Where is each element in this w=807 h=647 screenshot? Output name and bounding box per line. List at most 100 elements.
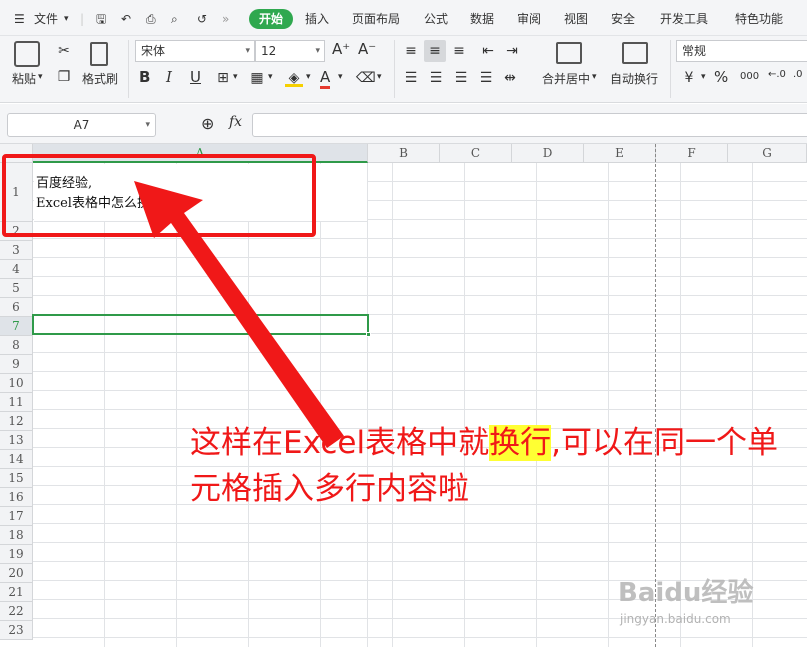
decrease-decimal-icon[interactable]: ←.0: [768, 69, 786, 80]
chevron-down-icon[interactable]: ▾: [233, 72, 238, 82]
undo-history-icon[interactable]: ↶: [121, 9, 131, 29]
merge-center-icon[interactable]: [556, 42, 582, 64]
row-header-3[interactable]: 3: [0, 241, 33, 260]
tab-data[interactable]: 数据: [470, 9, 494, 29]
row-header-7[interactable]: 7: [0, 317, 33, 336]
row-header-4[interactable]: 4: [0, 260, 33, 279]
print-preview-icon[interactable]: ⌕: [171, 9, 178, 29]
indent-decrease-icon[interactable]: ⇤: [479, 42, 497, 60]
font-size-select[interactable]: 12 ▾: [255, 40, 325, 62]
row-header-6[interactable]: 6: [0, 298, 33, 317]
row-header-23[interactable]: 23: [0, 621, 33, 640]
border-icon[interactable]: ⊞: [214, 69, 232, 87]
more-icon[interactable]: »: [222, 9, 229, 29]
formula-bar: A7 ▾ ⊕ fx: [0, 104, 807, 144]
menu-icon[interactable]: ☰: [14, 9, 25, 29]
row-header-16[interactable]: 16: [0, 488, 33, 507]
row-header-9[interactable]: 9: [0, 355, 33, 374]
fill-pattern-icon[interactable]: ▦: [248, 69, 266, 87]
paste-icon[interactable]: [14, 41, 40, 67]
row-header-13[interactable]: 13: [0, 431, 33, 450]
undo-icon[interactable]: ↺: [197, 9, 207, 29]
tab-formulas[interactable]: 公式: [424, 9, 448, 29]
row-header-11[interactable]: 11: [0, 393, 33, 412]
column-header-C[interactable]: C: [440, 144, 512, 163]
file-menu[interactable]: 文件: [34, 9, 58, 29]
currency-icon[interactable]: ¥: [680, 69, 698, 87]
merge-center-button[interactable]: 合并居中: [542, 70, 590, 87]
column-header-F[interactable]: F: [656, 144, 728, 163]
formula-input[interactable]: [252, 113, 807, 137]
chevron-down-icon[interactable]: ▾: [338, 72, 343, 82]
print-icon[interactable]: ⎙: [146, 9, 156, 29]
decrease-font-icon[interactable]: A⁻: [358, 40, 376, 58]
row-header-20[interactable]: 20: [0, 564, 33, 583]
tab-review[interactable]: 审阅: [517, 9, 541, 29]
tab-view[interactable]: 视图: [564, 9, 588, 29]
row-header-22[interactable]: 22: [0, 602, 33, 621]
row-header-8[interactable]: 8: [0, 336, 33, 355]
cut-icon[interactable]: ✂: [55, 42, 73, 60]
tab-developer[interactable]: 开发工具: [660, 9, 708, 29]
name-box[interactable]: A7 ▾: [7, 113, 156, 137]
file-dropdown-icon[interactable]: ▾: [64, 9, 69, 29]
chevron-down-icon[interactable]: ▾: [268, 72, 273, 82]
format-painter-button[interactable]: 格式刷: [82, 70, 118, 87]
row-header-17[interactable]: 17: [0, 507, 33, 526]
column-header-G[interactable]: G: [728, 144, 807, 163]
indent-increase-icon[interactable]: ⇥: [503, 42, 521, 60]
wrap-text-icon[interactable]: [622, 42, 648, 64]
chevron-down-icon[interactable]: ▾: [377, 72, 382, 82]
row-header-19[interactable]: 19: [0, 545, 33, 564]
font-name-select[interactable]: 宋体 ▾: [135, 40, 255, 62]
fill-handle[interactable]: [366, 332, 371, 337]
zoom-icon[interactable]: ⊕: [201, 114, 214, 133]
align-bottom-icon[interactable]: ≡: [450, 42, 468, 60]
chevron-down-icon[interactable]: ▾: [701, 72, 706, 82]
increase-font-icon[interactable]: A⁺: [332, 40, 350, 58]
column-header-B[interactable]: B: [368, 144, 440, 163]
tab-special-features[interactable]: 特色功能: [735, 9, 783, 29]
copy-icon[interactable]: ❐: [55, 68, 73, 86]
chevron-down-icon[interactable]: ▾: [306, 72, 311, 82]
bold-button[interactable]: B: [139, 68, 150, 86]
wrap-text-button[interactable]: 自动换行: [610, 70, 658, 87]
row-header-14[interactable]: 14: [0, 450, 33, 469]
thousands-button[interactable]: 000: [740, 71, 759, 82]
align-left-icon[interactable]: ☰: [402, 69, 420, 87]
save-icon[interactable]: 🖫: [96, 9, 106, 29]
fx-icon[interactable]: fx: [229, 114, 242, 130]
align-center-icon[interactable]: ☰: [427, 69, 445, 87]
eraser-icon[interactable]: ⌫: [356, 69, 376, 87]
row-header-12[interactable]: 12: [0, 412, 33, 431]
row-header-5[interactable]: 5: [0, 279, 33, 298]
format-painter-icon[interactable]: [90, 42, 108, 66]
row-header-15[interactable]: 15: [0, 469, 33, 488]
tab-insert[interactable]: 插入: [305, 9, 329, 29]
align-top-icon[interactable]: ≡: [402, 42, 420, 60]
align-middle-icon[interactable]: ≡: [424, 40, 446, 62]
tab-home[interactable]: 开始: [249, 9, 294, 29]
justify-icon[interactable]: ☰: [477, 69, 495, 87]
number-format-select[interactable]: 常规: [676, 40, 807, 62]
row-header-21[interactable]: 21: [0, 583, 33, 602]
italic-button[interactable]: I: [166, 68, 172, 86]
font-color-icon[interactable]: A: [320, 68, 331, 89]
row-header-18[interactable]: 18: [0, 526, 33, 545]
paste-dropdown-icon[interactable]: ▾: [38, 72, 43, 82]
distribute-icon[interactable]: ⇹: [501, 69, 519, 87]
align-right-icon[interactable]: ☰: [452, 69, 470, 87]
chevron-down-icon[interactable]: ▾: [592, 72, 597, 82]
separator: [670, 40, 671, 98]
percent-button[interactable]: %: [714, 68, 728, 86]
fill-color-icon[interactable]: ◈: [285, 69, 303, 87]
increase-decimal-icon[interactable]: .0: [793, 69, 803, 80]
active-cell-A7[interactable]: [32, 314, 371, 337]
tab-security[interactable]: 安全: [611, 9, 635, 29]
underline-button[interactable]: U: [190, 68, 201, 86]
column-header-E[interactable]: E: [584, 144, 656, 163]
paste-button[interactable]: 粘贴: [12, 70, 36, 87]
tab-page-layout[interactable]: 页面布局: [352, 9, 400, 29]
row-header-10[interactable]: 10: [0, 374, 33, 393]
column-header-D[interactable]: D: [512, 144, 584, 163]
